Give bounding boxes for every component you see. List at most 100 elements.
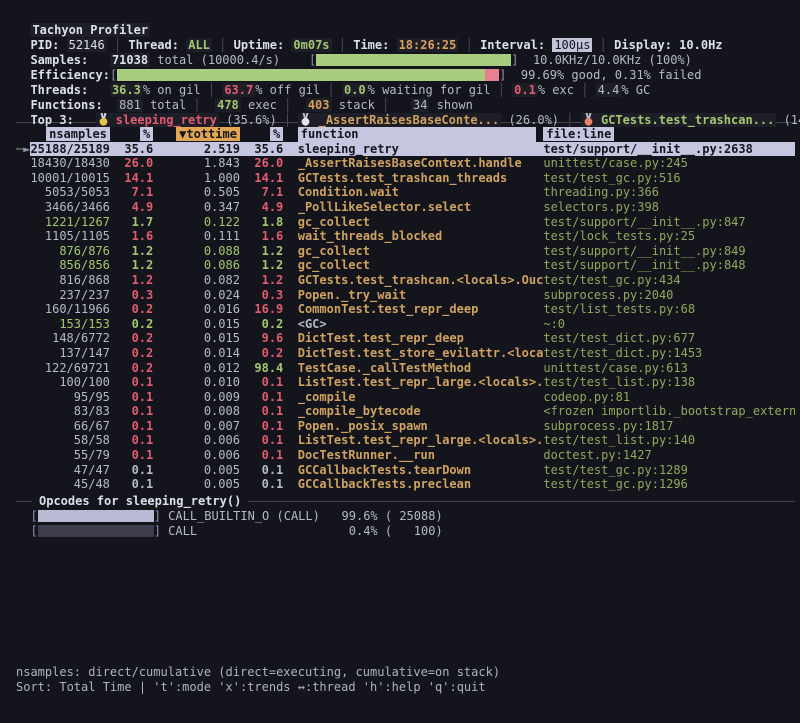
tottime-cell: 0.505 xyxy=(153,185,240,200)
direct-pct-cell: 4.9 xyxy=(110,200,153,215)
column-header-tottime-sorted[interactable]: ▼tottime xyxy=(176,127,240,141)
direct-pct-cell: 1.2 xyxy=(110,244,153,259)
threads-on-gil-suffix: % on gil xyxy=(143,83,201,97)
top3-item-3[interactable]: GCTests.test_trashcan... xyxy=(581,113,777,127)
table-row[interactable]: 160/119660.20.01616.9CommonTest.test_rep… xyxy=(16,302,795,317)
top3-item-1[interactable]: sleeping_retry xyxy=(96,113,219,127)
table-row[interactable]: 1221/12671.70.1221.8gc_collecttest/suppo… xyxy=(16,215,795,230)
table-row[interactable]: 47/470.10.0050.1GCCallbackTests.tearDown… xyxy=(16,463,795,478)
cumulative-pct-cell: 0.2 xyxy=(240,346,283,361)
direct-pct-cell: 0.1 xyxy=(110,390,153,405)
table-row[interactable]: 237/2370.30.0240.3Popen._try_waitsubproc… xyxy=(16,288,795,303)
tottime-cell: 2.519 xyxy=(153,142,240,157)
table-row[interactable]: 45/480.10.0050.1GCCallbackTests.preclean… xyxy=(16,477,795,492)
table-row[interactable]: 100/1000.10.0100.1ListTest.test_repr_lar… xyxy=(16,375,795,390)
threads-off-gil-suffix: % off gil xyxy=(255,83,320,97)
function-cell: Popen._posix_spawn xyxy=(298,419,544,434)
app-title: Tachyon Profiler xyxy=(30,23,150,37)
table-row[interactable]: 816/8681.20.0821.2GCTests.test_trashcan.… xyxy=(16,273,795,288)
nsamples-cell: 95/95 xyxy=(30,390,109,405)
row-gutter xyxy=(16,215,30,230)
pid-value: 52146 xyxy=(67,38,107,52)
file-line-cell: subprocess.py:1817 xyxy=(543,419,795,434)
table-row[interactable]: 95/950.10.0090.1_compilecodeop.py:81 xyxy=(16,390,795,405)
cell-gap xyxy=(283,477,297,492)
nsamples-cell: 1221/1267 xyxy=(30,215,109,230)
file-line-cell: subprocess.py:2040 xyxy=(543,288,795,303)
direct-pct-cell: 1.7 xyxy=(110,215,153,230)
table-row[interactable]: 10001/1001514.11.00014.1GCTests.test_tra… xyxy=(16,171,795,186)
direct-pct-cell: 26.0 xyxy=(110,156,153,171)
nsamples-cell: 3466/3466 xyxy=(30,200,109,215)
opcode-label: CALL xyxy=(168,524,341,539)
function-cell: GCCallbackTests.tearDown xyxy=(298,463,544,478)
cell-gap xyxy=(283,215,297,230)
table-row[interactable]: 876/8761.20.0881.2gc_collecttest/support… xyxy=(16,244,795,259)
direct-pct-cell: 14.1 xyxy=(110,171,153,186)
table-row[interactable]: 3466/34664.90.3474.9_PollLikeSelector.se… xyxy=(16,200,795,215)
tottime-cell: 0.014 xyxy=(153,346,240,361)
function-cell: wait_threads_blocked xyxy=(298,229,544,244)
interval-label: Interval: xyxy=(480,38,545,52)
table-row[interactable]: 122/697210.20.01298.4TestCase._callTestM… xyxy=(16,361,795,376)
efficiency-bar-failed xyxy=(485,69,499,81)
nsamples-cell: 10001/10015 xyxy=(30,171,109,186)
table-row[interactable]: 58/580.10.0060.1ListTest.test_repr_large… xyxy=(16,433,795,448)
file-line-cell: test/support/__init__.py:2638 xyxy=(543,142,795,157)
file-line-cell: <frozen importlib._bootstrap_externa xyxy=(543,404,795,419)
nsamples-cell: 148/6772 xyxy=(30,331,109,346)
opcodes-list: [] CALL_BUILTIN_O (CALL)99.6% ( 25088) [… xyxy=(16,509,795,539)
display-value: 10.0Hz xyxy=(679,38,722,52)
file-line-cell: threading.py:366 xyxy=(543,185,795,200)
direct-pct-cell: 0.2 xyxy=(110,331,153,346)
top3-item-2[interactable]: _AssertRaisesBaseConte... xyxy=(298,113,501,127)
cumulative-pct-cell: 14.1 xyxy=(240,171,283,186)
function-cell: Condition.wait xyxy=(298,185,544,200)
functions-stack-value: 403 xyxy=(306,98,332,112)
table-row[interactable]: 137/1470.20.0140.2DictTest.test_store_ev… xyxy=(16,346,795,361)
tottime-cell: 0.347 xyxy=(153,200,240,215)
cell-gap xyxy=(283,185,297,200)
column-header-nsamples[interactable]: nsamples xyxy=(46,127,110,141)
top3-name-1: sleeping_retry xyxy=(116,113,217,127)
tottime-cell: 0.009 xyxy=(153,390,240,405)
cumulative-pct-cell: 35.6 xyxy=(240,142,283,157)
table-row[interactable]: 148/67720.20.0159.6DictTest.test_repr_de… xyxy=(16,331,795,346)
file-line-cell: test/test_gc.py:516 xyxy=(543,171,795,186)
functions-exec-suffix: exec xyxy=(241,98,277,112)
table-row[interactable]: 5053/50537.10.5057.1Condition.waitthread… xyxy=(16,185,795,200)
row-gutter xyxy=(16,171,30,186)
interval-value: 100μs xyxy=(552,38,592,52)
column-header-file-line[interactable]: file:line xyxy=(543,127,614,141)
samples-rate-detail: total (10000.4/s) xyxy=(150,53,280,67)
cell-gap xyxy=(283,404,297,419)
table-row[interactable]: 66/670.10.0070.1Popen._posix_spawnsubpro… xyxy=(16,419,795,434)
column-header-cumulative-pct[interactable]: % xyxy=(270,127,283,141)
thread-value[interactable]: ALL xyxy=(186,38,212,52)
table-row[interactable]: 856/8561.20.0861.2gc_collecttest/support… xyxy=(16,258,795,273)
table-row[interactable]: 83/830.10.0080.1_compile_bytecode<frozen… xyxy=(16,404,795,419)
nsamples-cell: 816/868 xyxy=(30,273,109,288)
direct-pct-cell: 0.2 xyxy=(110,361,153,376)
table-row[interactable]: ─►25188/2518935.62.51935.6sleeping_retry… xyxy=(16,142,795,157)
samples-total: 71038 xyxy=(110,53,150,67)
cell-gap xyxy=(283,463,297,478)
table-row[interactable]: 55/790.10.0060.1DocTestRunner.__rundocte… xyxy=(16,448,795,463)
column-header-function[interactable]: function xyxy=(298,127,536,142)
file-line-cell: test/test_list.py:140 xyxy=(543,433,795,448)
table-row[interactable]: 1105/11051.60.1111.6wait_threads_blocked… xyxy=(16,229,795,244)
table-row[interactable]: 18430/1843026.01.84326.0_AssertRaisesBas… xyxy=(16,156,795,171)
threads-waiting-suffix: % waiting for gil xyxy=(368,83,491,97)
opcode-percentage: 0.4% ( 100) xyxy=(342,524,443,539)
opcode-percentage: 99.6% ( 25088) xyxy=(342,509,443,524)
tottime-cell: 0.111 xyxy=(153,229,240,244)
direct-pct-cell: 0.1 xyxy=(110,463,153,478)
row-gutter xyxy=(16,244,30,259)
column-header-direct-pct[interactable]: % xyxy=(140,127,153,141)
functions-total-suffix: total xyxy=(143,98,186,112)
table-row[interactable]: 153/1530.20.0150.2<GC>~:0 xyxy=(16,317,795,332)
tottime-cell: 0.006 xyxy=(153,433,240,448)
nsamples-cell: 25188/25189 xyxy=(30,142,109,157)
cumulative-pct-cell: 0.1 xyxy=(240,404,283,419)
function-cell: gc_collect xyxy=(298,258,544,273)
